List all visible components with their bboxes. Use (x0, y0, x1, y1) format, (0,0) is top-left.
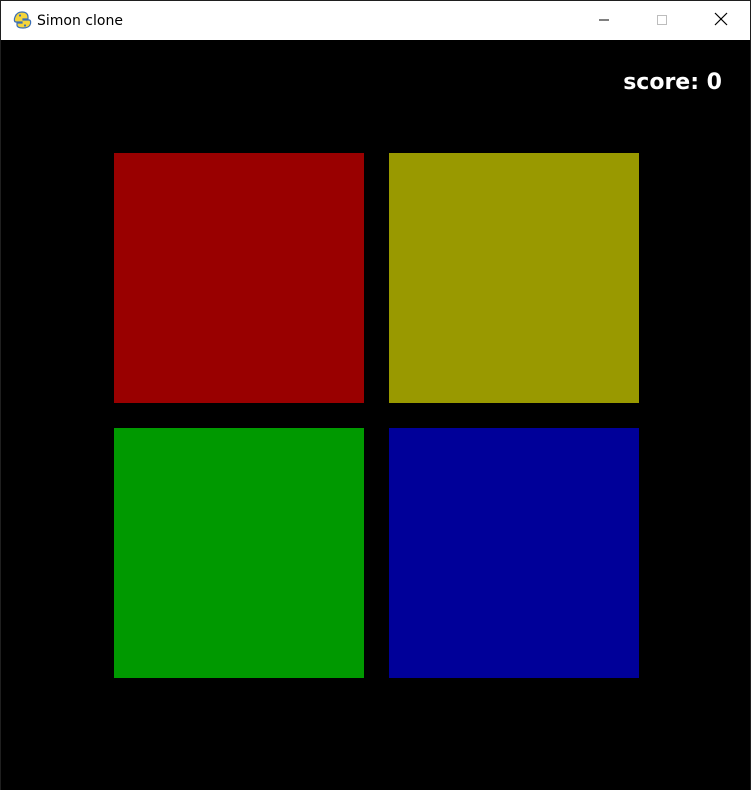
score-label: score: 0 (623, 70, 722, 95)
app-window: Simon clone score: 0 (0, 0, 751, 790)
game-canvas[interactable]: score: 0 (1, 40, 750, 790)
maximize-button[interactable] (633, 1, 691, 40)
pygame-snake-icon (13, 11, 32, 30)
close-button[interactable] (692, 1, 750, 40)
red-pad[interactable] (114, 153, 364, 403)
close-icon (714, 11, 728, 30)
maximize-icon (656, 11, 668, 30)
yellow-pad[interactable] (389, 153, 639, 403)
window-title: Simon clone (37, 13, 123, 29)
minimize-button[interactable] (575, 1, 633, 40)
blue-pad[interactable] (389, 428, 639, 678)
green-pad[interactable] (114, 428, 364, 678)
minimize-icon (598, 11, 610, 30)
title-bar[interactable]: Simon clone (1, 1, 750, 40)
